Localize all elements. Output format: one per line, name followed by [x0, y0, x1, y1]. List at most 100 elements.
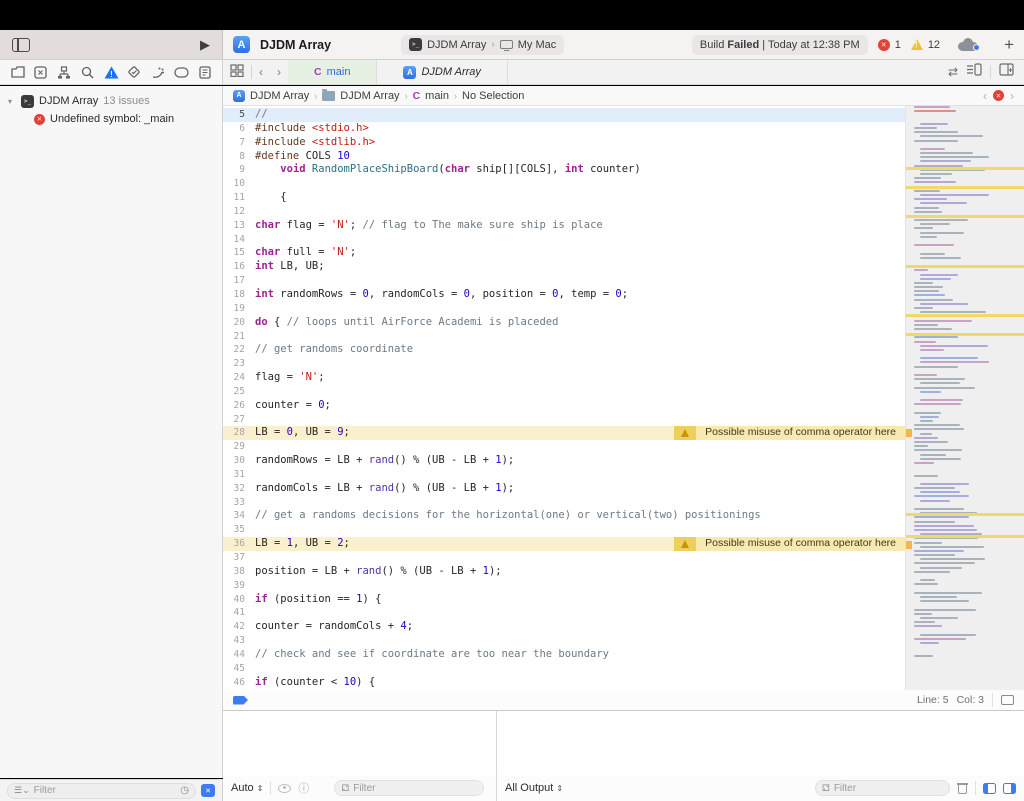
- line-number[interactable]: 33: [223, 496, 255, 510]
- line-number[interactable]: 14: [223, 233, 255, 247]
- clear-console-icon[interactable]: [957, 782, 968, 794]
- code-line[interactable]: 20 do { // loops until AirForce Academi i…: [223, 316, 1024, 330]
- quick-look-icon[interactable]: [278, 783, 292, 793]
- code-line[interactable]: 42 counter = randomCols + 4;: [223, 620, 1024, 634]
- show-console-view-icon[interactable]: [1003, 782, 1016, 794]
- editor-options-icon[interactable]: [966, 63, 982, 81]
- code-line[interactable]: 11 {: [223, 191, 1024, 205]
- line-number[interactable]: 37: [223, 551, 255, 565]
- scheme-selector[interactable]: >_ DJDM Array › My Mac: [401, 34, 565, 55]
- breadcrumb-group[interactable]: DJDM Array: [340, 90, 399, 102]
- code-line[interactable]: 30 randomRows = LB + rand() % (UB - LB + …: [223, 454, 1024, 468]
- code-line[interactable]: 31: [223, 468, 1024, 482]
- code-line[interactable]: 40 if (position == 1) {: [223, 593, 1024, 607]
- code-line[interactable]: 15 char full = 'N';: [223, 246, 1024, 260]
- line-number[interactable]: 19: [223, 302, 255, 316]
- code-line[interactable]: 21: [223, 330, 1024, 344]
- line-number[interactable]: 29: [223, 440, 255, 454]
- code-line[interactable]: 13 char flag = 'N'; // flag to The make s…: [223, 219, 1024, 233]
- breadcrumb-selection[interactable]: No Selection: [462, 90, 524, 102]
- line-number[interactable]: 22: [223, 343, 255, 357]
- code-line[interactable]: 23: [223, 357, 1024, 371]
- line-number[interactable]: 12: [223, 205, 255, 219]
- line-number[interactable]: 40: [223, 593, 255, 607]
- line-number[interactable]: 11: [223, 191, 255, 205]
- line-number[interactable]: 36: [223, 537, 255, 551]
- line-number[interactable]: 16: [223, 260, 255, 274]
- code-line[interactable]: 39: [223, 579, 1024, 593]
- code-line[interactable]: 26 counter = 0;: [223, 399, 1024, 413]
- code-line[interactable]: 10: [223, 177, 1024, 191]
- code-line[interactable]: 14: [223, 233, 1024, 247]
- find-navigator-icon[interactable]: [80, 65, 95, 80]
- symbol-navigator-icon[interactable]: [57, 65, 72, 80]
- code-line[interactable]: 12: [223, 205, 1024, 219]
- code-line[interactable]: 17: [223, 274, 1024, 288]
- code-line[interactable]: 7 #include <stdlib.h>: [223, 136, 1024, 150]
- navigator-toggle-icon[interactable]: [12, 37, 30, 52]
- code-line[interactable]: 32 randomCols = LB + rand() % (UB - LB + …: [223, 482, 1024, 496]
- back-button[interactable]: ‹: [252, 65, 270, 79]
- line-number[interactable]: 35: [223, 523, 255, 537]
- tab-djdm-array[interactable]: A DJDM Array: [377, 60, 508, 84]
- line-number[interactable]: 18: [223, 288, 255, 302]
- inline-warning-annotation[interactable]: Possible misuse of comma operator here: [674, 537, 905, 551]
- forward-button[interactable]: ›: [270, 65, 288, 79]
- line-number[interactable]: 24: [223, 371, 255, 385]
- run-button[interactable]: ▶: [200, 37, 210, 53]
- breakpoint-indicator-icon[interactable]: [233, 695, 248, 705]
- code-line[interactable]: 9 void RandomPlaceShipBoard(char ship[][…: [223, 163, 1024, 177]
- line-number[interactable]: 15: [223, 246, 255, 260]
- code-line[interactable]: 18 int randomRows = 0, randomCols = 0, po…: [223, 288, 1024, 302]
- line-number[interactable]: 43: [223, 634, 255, 648]
- code-line[interactable]: 25: [223, 385, 1024, 399]
- code-line[interactable]: 22// get randoms coordinate: [223, 343, 1024, 357]
- breadcrumb-file[interactable]: main: [425, 90, 449, 102]
- line-number[interactable]: 46: [223, 676, 255, 690]
- breakpoint-navigator-icon[interactable]: [173, 65, 189, 80]
- minimap[interactable]: [905, 106, 1024, 690]
- source-editor[interactable]: 5//6 #include <stdio.h> 7 #include <stdlib.…: [223, 106, 1024, 690]
- tab-main[interactable]: C main: [288, 60, 378, 84]
- code-line[interactable]: 43: [223, 634, 1024, 648]
- line-number[interactable]: 26: [223, 399, 255, 413]
- minimized-view-icon[interactable]: [1001, 695, 1014, 705]
- line-number[interactable]: 20: [223, 316, 255, 330]
- line-number[interactable]: 10: [223, 177, 255, 191]
- folder-icon[interactable]: [322, 88, 336, 101]
- line-number[interactable]: 38: [223, 565, 255, 579]
- disclosure-triangle-icon[interactable]: ▾: [8, 97, 16, 106]
- line-number[interactable]: 21: [223, 330, 255, 344]
- line-number[interactable]: 27: [223, 413, 255, 427]
- project-navigator-icon[interactable]: [10, 65, 25, 80]
- code-line[interactable]: 19: [223, 302, 1024, 316]
- code-line[interactable]: 6 #include <stdio.h>: [223, 122, 1024, 136]
- code-line[interactable]: 35: [223, 523, 1024, 537]
- related-items-icon[interactable]: [223, 64, 251, 80]
- inline-warning-annotation[interactable]: Possible misuse of comma operator here: [674, 426, 905, 441]
- line-number[interactable]: 31: [223, 468, 255, 482]
- breadcrumb-project[interactable]: DJDM Array: [250, 90, 309, 102]
- line-number[interactable]: 6: [223, 122, 255, 136]
- line-number[interactable]: 8: [223, 150, 255, 164]
- next-issue-button[interactable]: ›: [1010, 89, 1014, 103]
- code-line[interactable]: 29: [223, 440, 1024, 454]
- line-number[interactable]: 45: [223, 662, 255, 676]
- destination-name[interactable]: My Mac: [518, 39, 557, 51]
- report-navigator-icon[interactable]: [197, 65, 212, 80]
- navigator-filter-input[interactable]: ☰⌄ Filter ◷: [7, 782, 196, 799]
- scheme-name[interactable]: DJDM Array: [427, 39, 486, 51]
- line-number[interactable]: 23: [223, 357, 255, 371]
- info-icon[interactable]: ⓘ: [298, 780, 309, 796]
- line-number[interactable]: 9: [223, 163, 255, 177]
- line-number[interactable]: 41: [223, 606, 255, 620]
- code-line[interactable]: 38 position = LB + rand() % (UB - LB + 1)…: [223, 565, 1024, 579]
- variables-filter-input[interactable]: ⚁ Filter: [334, 780, 485, 796]
- line-number[interactable]: 39: [223, 579, 255, 593]
- code-line[interactable]: 41: [223, 606, 1024, 620]
- project-icon[interactable]: A: [233, 89, 245, 102]
- error-icon[interactable]: ✕: [993, 90, 1004, 101]
- show-variables-view-icon[interactable]: [983, 782, 996, 794]
- code-line[interactable]: 28 LB = 0, UB = 9; Possible misuse of comm…: [223, 426, 1024, 441]
- console-filter-input[interactable]: ⚁ Filter: [815, 780, 950, 796]
